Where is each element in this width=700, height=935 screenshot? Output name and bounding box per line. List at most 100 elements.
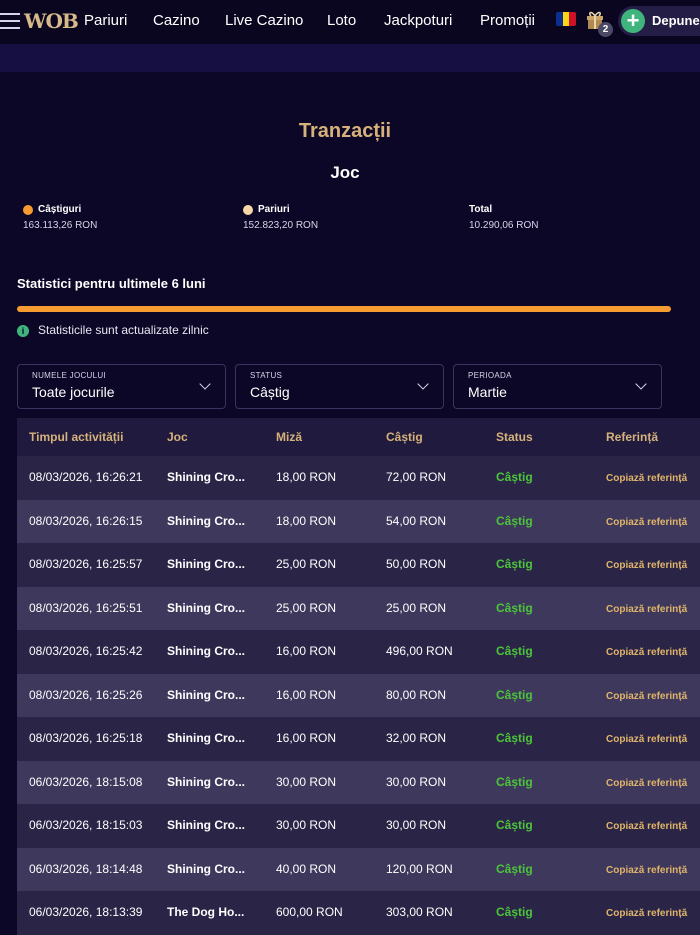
language-flag-icon[interactable]: [556, 12, 576, 26]
nav-item-live-cazino[interactable]: Live Cazino: [225, 12, 303, 29]
cell-status: Câștig: [496, 774, 533, 789]
table-row: 06/03/2026, 18:13:39 The Dog Ho... 600,00 …: [17, 891, 700, 935]
cell-stake: 600,00 RON: [276, 905, 343, 919]
period-filter[interactable]: PERIOADA Martie: [453, 364, 662, 409]
cell-game: Shining Cro...: [167, 470, 245, 484]
transactions-table: Timpul activității Joc Miză Câștig Statu…: [17, 418, 700, 935]
wins-label: Câștiguri: [38, 204, 82, 215]
cell-stake: 25,00 RON: [276, 557, 337, 571]
table-row: 08/03/2026, 16:25:57 Shining Cro... 25,00 …: [17, 543, 700, 587]
status-filter-label: STATUS: [250, 371, 283, 380]
cell-win: 32,00 RON: [386, 731, 447, 745]
cell-game: Shining Cro...: [167, 818, 245, 832]
copy-reference-link[interactable]: Copiază referință: [606, 647, 687, 658]
cell-status: Câștig: [496, 600, 533, 615]
cell-win: 72,00 RON: [386, 470, 447, 484]
nav-item-pariuri[interactable]: Pariuri: [84, 12, 127, 29]
gift-count-badge: 2: [598, 22, 613, 37]
copy-reference-link[interactable]: Copiază referință: [606, 778, 687, 789]
stats-info-text: Statisticile sunt actualizate zilnic: [38, 323, 209, 337]
nav-item-jackpoturi[interactable]: Jackpoturi: [384, 12, 452, 29]
nav-item-cazino[interactable]: Cazino: [153, 12, 200, 29]
copy-reference-link[interactable]: Copiază referință: [606, 908, 687, 919]
cell-win: 30,00 RON: [386, 818, 447, 832]
chevron-down-icon[interactable]: [417, 378, 429, 390]
copy-reference-link[interactable]: Copiază referință: [606, 517, 687, 528]
status-filter[interactable]: STATUS Câștig: [235, 364, 444, 409]
chevron-down-icon[interactable]: [635, 378, 647, 390]
cell-game: Shining Cro...: [167, 861, 245, 876]
total-summary: Total 10.290,06 RON: [469, 204, 539, 231]
period-filter-value[interactable]: Martie: [468, 384, 507, 400]
cell-stake: 18,00 RON: [276, 513, 337, 528]
cell-status: Câștig: [496, 731, 533, 745]
cell-time: 08/03/2026, 16:25:18: [29, 731, 143, 745]
copy-reference-link[interactable]: Copiază referință: [606, 560, 687, 571]
copy-reference-link[interactable]: Copiază referință: [606, 734, 687, 745]
copy-reference-link[interactable]: Copiază referință: [606, 691, 687, 702]
cell-win: 54,00 RON: [386, 513, 447, 528]
cell-win: 80,00 RON: [386, 687, 447, 702]
cell-status: Câștig: [496, 818, 533, 832]
cell-game: Shining Cro...: [167, 687, 245, 702]
game-name-filter-label: NUMELE JOCULUI: [32, 371, 106, 380]
cell-time: 08/03/2026, 16:26:21: [29, 470, 143, 484]
total-value: 10.290,06 RON: [469, 220, 539, 231]
cell-time: 08/03/2026, 16:25:26: [29, 687, 143, 702]
cell-status: Câștig: [496, 557, 533, 571]
plus-icon[interactable]: +: [621, 9, 645, 33]
menu-icon[interactable]: [0, 13, 20, 29]
cell-status: Câștig: [496, 513, 533, 528]
bets-summary: Pariuri 152.823,20 RON: [243, 204, 318, 231]
cell-stake: 16,00 RON: [276, 687, 337, 702]
flag-stripe-blue: [556, 12, 563, 26]
cell-game: Shining Cro...: [167, 513, 245, 528]
sub-navigation-bar: [0, 44, 700, 72]
chevron-down-icon[interactable]: [199, 378, 211, 390]
copy-reference-link[interactable]: Copiază referință: [606, 821, 687, 832]
cell-stake: 18,00 RON: [276, 470, 337, 484]
copy-reference-link[interactable]: Copiază referință: [606, 604, 687, 615]
cell-win: 496,00 RON: [386, 644, 453, 658]
cell-time: 08/03/2026, 16:25:51: [29, 600, 143, 615]
cell-win: 303,00 RON: [386, 905, 453, 919]
status-filter-value[interactable]: Câștig: [250, 384, 290, 400]
cell-time: 06/03/2026, 18:15:03: [29, 818, 143, 832]
site-logo[interactable]: WOB: [24, 9, 79, 33]
game-name-filter-value[interactable]: Toate jocurile: [32, 384, 115, 400]
flag-stripe-yellow: [562, 12, 570, 26]
cell-win: 120,00 RON: [386, 861, 453, 876]
cell-time: 08/03/2026, 16:25:42: [29, 644, 143, 658]
deposit-label[interactable]: Depune: [652, 13, 700, 28]
table-row: 08/03/2026, 16:26:21 Shining Cro... 18,00 …: [17, 456, 700, 500]
table-header: Timpul activității Joc Miză Câștig Statu…: [17, 418, 700, 456]
column-header-time: Timpul activității: [29, 430, 124, 444]
cell-game: Shining Cro...: [167, 731, 245, 745]
cell-win: 25,00 RON: [386, 600, 447, 615]
bets-label: Pariuri: [258, 204, 290, 215]
copy-reference-link[interactable]: Copiază referință: [606, 865, 687, 876]
cell-time: 06/03/2026, 18:13:39: [29, 905, 143, 919]
cell-status: Câștig: [496, 861, 533, 876]
column-header-reference: Referință: [606, 430, 659, 444]
cell-time: 08/03/2026, 16:25:57: [29, 557, 143, 571]
top-navigation: WOB Pariuri Cazino Live Cazino Loto Jack…: [0, 0, 700, 44]
cell-status: Câștig: [496, 470, 533, 484]
cell-stake: 16,00 RON: [276, 644, 337, 658]
nav-item-promotii[interactable]: Promoții: [480, 12, 535, 29]
column-header-win: Câștig: [386, 430, 423, 444]
table-row: 06/03/2026, 18:15:03 Shining Cro... 30,00 …: [17, 804, 700, 848]
game-name-filter[interactable]: NUMELE JOCULUI Toate jocurile: [17, 364, 226, 409]
nav-item-loto[interactable]: Loto: [327, 12, 356, 29]
flag-stripe-red: [569, 12, 576, 26]
wins-dot-icon: [23, 204, 33, 215]
cell-game: Shining Cro...: [167, 600, 245, 615]
column-header-stake: Miză: [276, 430, 303, 444]
cell-stake: 40,00 RON: [276, 861, 337, 876]
column-header-status: Status: [496, 430, 533, 444]
copy-reference-link[interactable]: Copiază referință: [606, 473, 687, 484]
bets-value: 152.823,20 RON: [243, 220, 319, 231]
cell-time: 06/03/2026, 18:14:48: [29, 861, 143, 876]
page-subtitle: Joc: [330, 163, 360, 182]
cell-win: 50,00 RON: [386, 557, 447, 571]
